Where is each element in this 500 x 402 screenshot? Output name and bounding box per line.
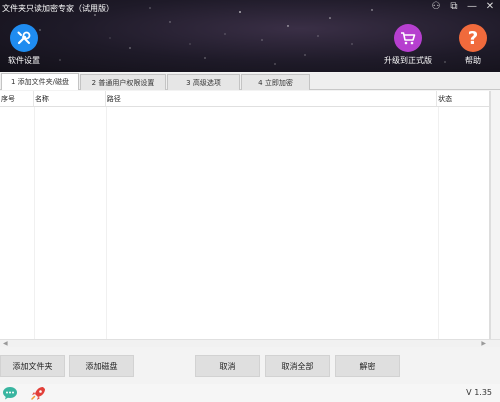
help-button[interactable]: ? 帮助 [459,24,487,66]
file-list-table[interactable]: 序号 名称 路径 状态 [0,91,490,339]
table-header: 序号 名称 路径 状态 [0,91,489,107]
upgrade-label: 升级到正式版 [384,56,432,65]
help-label: 帮助 [465,56,481,65]
cancel-button[interactable]: 取消 [195,355,260,377]
question-mark-icon: ? [459,24,487,52]
upgrade-button[interactable]: 升级到正式版 [384,24,432,66]
column-header-status[interactable]: 状态 [437,91,489,106]
skin-icon[interactable]: ⚇ [430,1,442,12]
minimize-icon[interactable]: — [466,1,478,12]
add-disk-button[interactable]: 添加磁盘 [69,355,134,377]
settings-label: 软件设置 [8,56,40,65]
scroll-right-icon[interactable]: ▶ [481,340,486,348]
settings-button[interactable]: 软件设置 [8,24,40,66]
rocket-icon[interactable] [30,386,46,400]
header: 文件夹只读加密专家（试用版） ⚇ ⧉ — ✕ 软件设置 升级到正式版 ? 帮助 [0,0,500,72]
add-folder-button[interactable]: 添加文件夹 [0,355,65,377]
close-icon[interactable]: ✕ [484,1,496,12]
tab-user-permissions[interactable]: 2 普通用户权限设置 [80,74,166,90]
status-bar: V 1.35 [0,384,500,402]
decrypt-button[interactable]: 解密 [335,355,400,377]
tab-advanced-options[interactable]: 3 高级选项 [167,74,240,90]
tab-bar: 1 添加文件夹/磁盘 2 普通用户权限设置 3 高级选项 4 立即加密 [0,73,500,90]
wrench-screwdriver-icon [10,24,38,52]
column-header-index[interactable]: 序号 [0,91,34,106]
chat-bubble-icon[interactable] [2,386,18,400]
tab-add-folder-disk[interactable]: 1 添加文件夹/磁盘 [1,73,79,90]
horizontal-scrollbar[interactable]: ◀ ▶ [0,339,500,347]
shopping-cart-icon [394,24,422,52]
column-header-name[interactable]: 名称 [34,91,106,106]
scroll-left-icon[interactable]: ◀ [3,340,8,348]
vertical-scrollbar[interactable] [490,91,500,339]
window-controls: ⚇ ⧉ — ✕ [430,1,496,12]
tab-encrypt-now[interactable]: 4 立即加密 [241,74,310,90]
cancel-all-button[interactable]: 取消全部 [265,355,330,377]
column-guides [0,107,489,339]
version-label: V 1.35 [466,388,492,397]
window-title: 文件夹只读加密专家（试用版） [2,4,114,13]
restore-icon[interactable]: ⧉ [448,1,460,12]
column-header-path[interactable]: 路径 [106,91,438,106]
